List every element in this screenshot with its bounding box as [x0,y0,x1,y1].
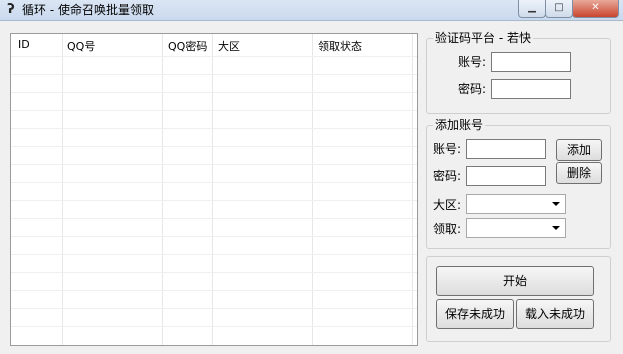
chevron-down-icon [552,226,560,230]
start-button[interactable]: 开始 [436,266,594,296]
column-header-qq-password[interactable]: QQ密码 [168,38,207,54]
row-gridline [11,308,417,309]
add-account-label: 账号: [433,142,462,156]
captcha-platform-group: 验证码平台 - 若快 [426,30,611,114]
minimize-button[interactable]: ▁ [518,0,546,18]
row-gridline [11,254,417,255]
row-gridline [11,164,417,165]
load-failed-button[interactable]: 载入未成功 [516,299,594,329]
column-divider [162,34,163,345]
column-divider [212,34,213,345]
row-gridline [11,74,417,75]
captcha-account-label: 账号: [458,55,487,69]
save-failed-button[interactable]: 保存未成功 [436,299,514,329]
row-gridline [11,128,417,129]
add-account-input[interactable] [466,139,546,159]
row-gridline [11,272,417,273]
close-button[interactable]: ✕ [572,0,619,18]
column-header-claim-status[interactable]: 领取状态 [318,38,362,54]
column-header-id[interactable]: ID [18,38,30,51]
captcha-group-title: 验证码平台 - 若快 [433,30,533,46]
chevron-down-icon [552,202,560,206]
account-list-table[interactable]: ID QQ号 QQ密码 大区 领取状态 [10,33,418,346]
window-title: 循环 - 使命召唤批量领取 [22,3,154,17]
title-bar[interactable]: ʔ 循环 - 使命召唤批量领取 ▁ □ ✕ [0,0,623,21]
app-icon: ʔ [7,2,15,17]
row-gridline [11,218,417,219]
row-gridline [11,110,417,111]
delete-button[interactable]: 删除 [556,162,602,184]
add-password-label: 密码: [433,169,462,183]
maximize-button[interactable]: □ [545,0,573,18]
captcha-password-input[interactable] [491,79,571,99]
row-gridline [11,146,417,147]
row-gridline [11,326,417,327]
claim-label: 领取: [433,222,462,236]
captcha-password-label: 密码: [458,82,487,96]
row-gridline [11,182,417,183]
column-divider [312,34,313,345]
region-label: 大区: [433,198,462,212]
region-select[interactable] [466,194,566,214]
captcha-account-input[interactable] [491,52,571,72]
row-gridline [11,200,417,201]
add-account-group-title: 添加账号 [433,117,486,133]
column-divider [62,34,63,345]
add-button[interactable]: 添加 [556,139,602,161]
row-gridline [11,290,417,291]
table-header: ID QQ号 QQ密码 大区 领取状态 [11,34,417,56]
row-gridline [11,92,417,93]
column-header-qq[interactable]: QQ号 [67,38,95,54]
row-gridline [11,56,417,57]
claim-select[interactable] [466,218,566,238]
column-divider [412,34,413,345]
add-password-input[interactable] [466,166,546,186]
column-header-region[interactable]: 大区 [218,38,240,54]
row-gridline [11,236,417,237]
